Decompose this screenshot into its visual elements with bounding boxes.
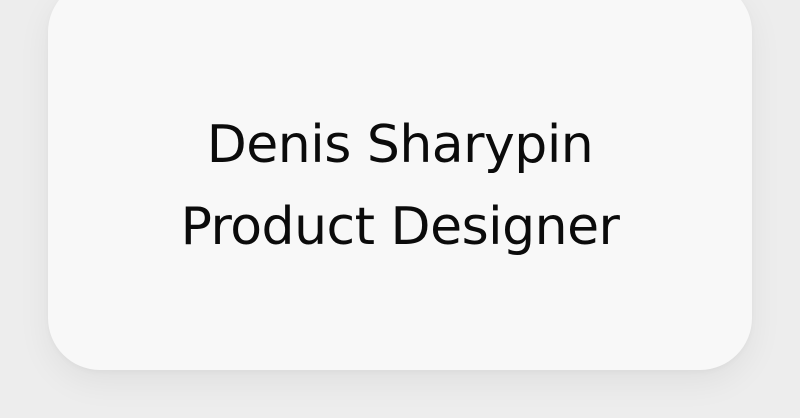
profile-role: Product Designer: [180, 197, 620, 257]
profile-name: Denis Sharypin: [206, 115, 594, 175]
profile-card: Denis Sharypin Product Designer: [48, 0, 752, 370]
